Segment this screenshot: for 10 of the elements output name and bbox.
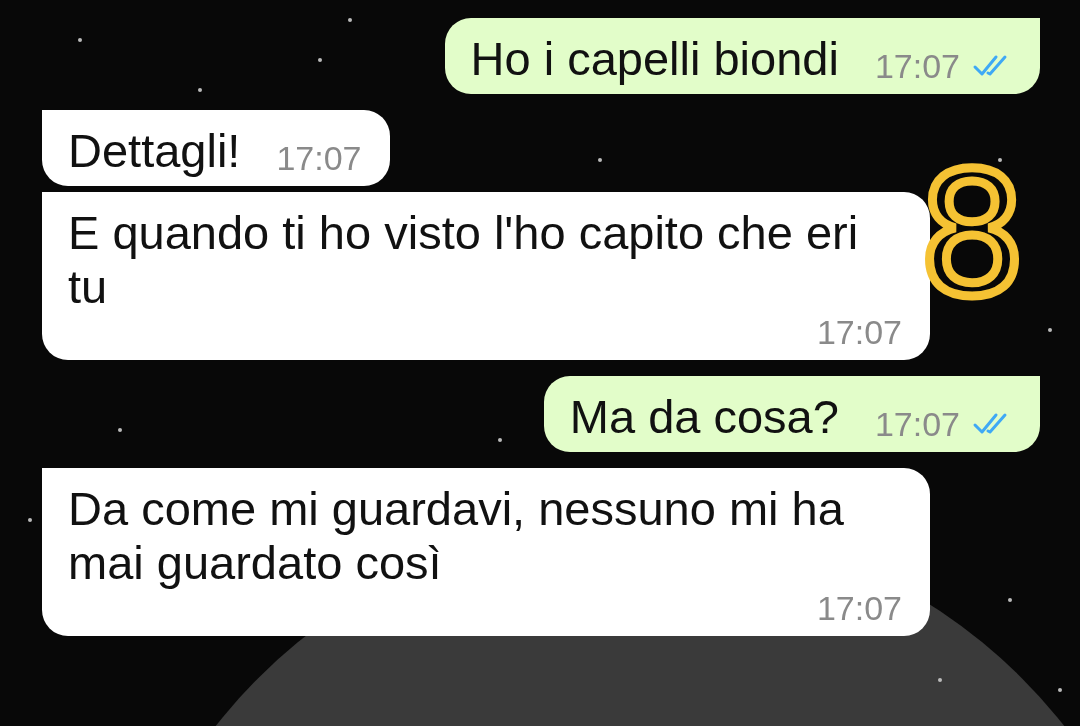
message-text: Da come mi guardavi, nessuno mi ha mai guardato così (68, 482, 845, 590)
message-time: 17:07 (874, 46, 960, 86)
message-text: Dettagli! (68, 124, 241, 178)
message-text: E quando ti ho visto l'ho capito che eri tu (68, 206, 860, 314)
message-time: 17:07 (874, 404, 960, 444)
message-time: 17:07 (816, 588, 902, 628)
message-time: 17:07 (816, 312, 902, 352)
message-text: Ma da cosa? (569, 390, 839, 444)
message-text: Ho i capelli biondi (470, 32, 839, 86)
message-time: 17:07 (276, 138, 362, 178)
